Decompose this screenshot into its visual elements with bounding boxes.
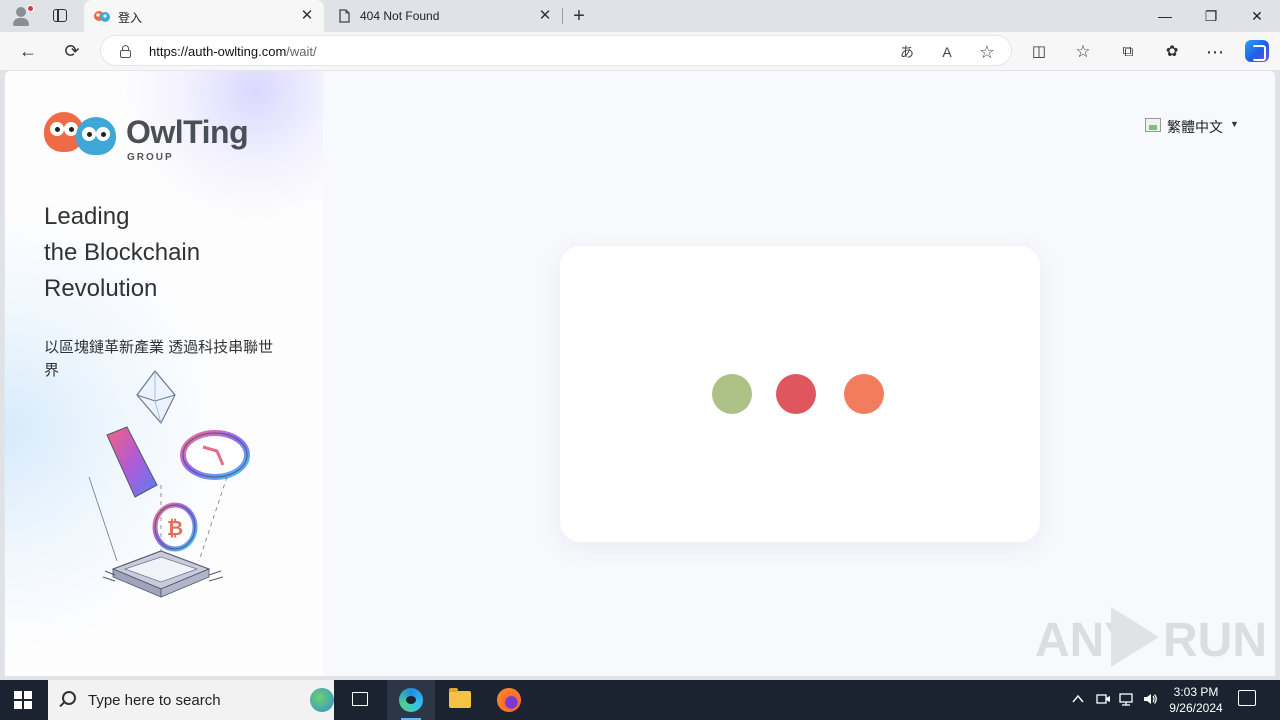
chevron-down-icon: ▼ [1230,119,1239,129]
task-view-button[interactable] [336,680,384,720]
blockchain-illustration: ₿ [88,370,250,598]
tagline: Leading the Blockchain Revolution [44,199,304,307]
tab-title: 登入 [118,11,143,25]
split-screen-icon[interactable]: ◫ [1028,41,1050,63]
restore-button[interactable]: ❐ [1188,0,1234,32]
tab-login[interactable]: 登入 ✕ [84,0,324,32]
favorites-icon[interactable]: ☆ [1072,41,1094,63]
loading-dot [712,374,752,414]
brand-panel: OwlTing GROUP Leading the Blockchain Rev… [5,71,323,676]
tagline-line: the Blockchain [44,239,201,266]
loading-dot [776,374,816,414]
more-options-icon[interactable]: ⋯ [1204,41,1226,63]
loading-card [560,246,1040,542]
clock-date: 9/26/2024 [1169,701,1223,715]
chevron-up-icon[interactable] [1070,691,1086,707]
taskbar-firefox[interactable] [485,680,533,720]
firefox-icon [497,688,521,712]
translate-icon[interactable]: あ [897,42,917,62]
browser-toolbar: ← ⟳ https://auth-owlting.com/wait/ あ A ☆… [0,32,1280,70]
favorite-star-icon[interactable]: ☆ [977,42,997,62]
url-text[interactable]: https://auth-owlting.com/wait/ [149,44,317,59]
reload-button[interactable]: ⟳ [60,40,84,62]
tab-title: 404 Not Found [360,9,440,23]
search-icon [62,691,76,705]
browser-tab-bar: 登入 ✕ 404 Not Found ✕ + — ❐ ✕ [0,0,1280,32]
watermark-text: RUN [1163,614,1267,667]
folder-icon [449,688,471,708]
play-icon [1111,607,1159,667]
taskbar-clock[interactable]: 3:03 PM 9/26/2024 [1166,684,1226,716]
logo-group-text: GROUP [127,152,174,163]
svg-text:₿: ₿ [167,516,183,540]
windows-taskbar: Type here to search 3:03 PM 9/26/2024 [0,680,1280,720]
notification-icon[interactable] [1238,690,1256,706]
address-bar[interactable]: https://auth-owlting.com/wait/ あ A ☆ [100,35,1012,66]
logo-wordmark: OwlTing [126,114,249,150]
page-viewport: OwlTing GROUP Leading the Blockchain Rev… [4,70,1276,677]
tab-close-icon[interactable]: ✕ [298,7,316,25]
network-icon[interactable] [1118,691,1134,707]
owlting-logo: OwlTing GROUP [44,109,249,165]
tab-actions-icon[interactable] [50,6,70,26]
clock-time: 3:03 PM [1173,685,1219,699]
meet-now-icon[interactable] [1095,691,1111,707]
taskbar-search-box[interactable]: Type here to search [48,680,334,720]
extensions-icon[interactable]: ✿ [1161,41,1183,63]
edge-icon [399,688,423,712]
back-button[interactable]: ← [16,40,40,62]
close-window-button[interactable]: ✕ [1234,0,1280,32]
loading-dot [844,374,884,414]
tab-404[interactable]: 404 Not Found ✕ [326,0,562,32]
tagline-line: Revolution [44,275,158,302]
search-placeholder: Type here to search [88,692,221,709]
task-view-icon [352,692,368,706]
language-flag-icon [1145,118,1161,132]
collections-icon[interactable]: ⧉ [1117,41,1139,63]
blue-owl-icon [76,117,116,155]
profile-avatar-icon[interactable] [8,4,34,28]
taskbar-file-explorer[interactable] [436,680,484,720]
tagline-line: Leading [44,203,130,230]
anyrun-watermark: ANY RUN [1035,605,1267,675]
new-tab-button[interactable]: + [568,5,590,27]
taskbar-edge[interactable] [387,680,435,720]
tab-close-icon[interactable]: ✕ [536,7,554,25]
minimize-button[interactable]: — [1142,0,1188,32]
volume-icon[interactable] [1142,691,1158,707]
page-icon [339,9,350,23]
owlting-favicon-icon [94,11,110,22]
language-label: 繁體中文 [1167,119,1223,135]
windows-start-icon[interactable] [14,691,32,709]
copilot-icon[interactable] [1245,40,1269,62]
search-highlight-icon [310,688,334,712]
read-aloud-icon[interactable]: A [937,42,957,62]
tab-separator [562,8,563,24]
lock-icon[interactable] [120,45,131,58]
